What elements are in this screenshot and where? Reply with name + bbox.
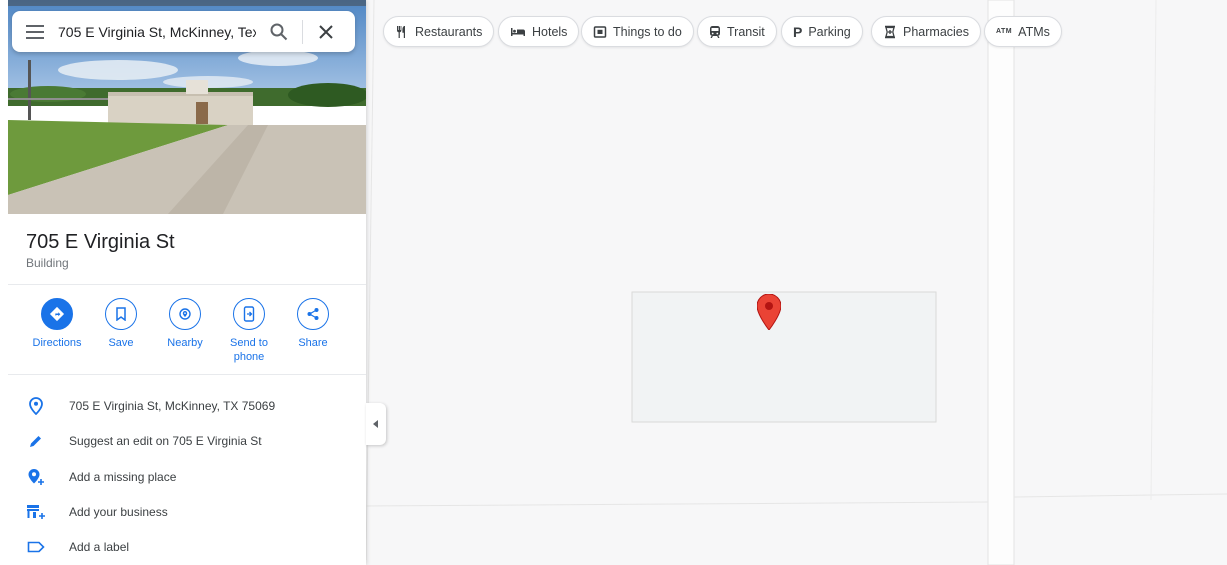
share-button[interactable]: Share xyxy=(283,298,343,350)
share-icon xyxy=(297,298,329,330)
add-missing-place-row[interactable]: Add a missing place xyxy=(26,465,176,489)
search-icon xyxy=(270,23,288,40)
bookmark-icon xyxy=(105,298,137,330)
chip-things-to-do[interactable]: Things to do xyxy=(581,16,694,47)
send-to-phone-icon xyxy=(233,298,265,330)
map-canvas[interactable] xyxy=(366,0,1227,565)
location-marker-icon[interactable] xyxy=(757,294,781,330)
save-button[interactable]: Save xyxy=(91,298,151,350)
chip-pharmacies[interactable]: Pharmacies xyxy=(871,16,981,47)
directions-button[interactable]: Directions xyxy=(27,298,87,350)
place-title: 705 E Virginia St xyxy=(26,231,175,253)
chip-parking[interactable]: P Parking xyxy=(781,16,863,47)
close-icon xyxy=(319,24,333,39)
menu-button[interactable] xyxy=(12,11,58,52)
divider xyxy=(8,374,366,375)
add-place-icon xyxy=(26,467,46,487)
label-icon xyxy=(26,537,46,557)
transit-icon xyxy=(709,25,721,39)
nearby-button[interactable]: Nearby xyxy=(155,298,215,350)
directions-icon xyxy=(41,298,73,330)
pharmacy-icon xyxy=(883,25,897,39)
chevron-left-icon xyxy=(373,420,378,428)
location-pin-icon xyxy=(26,396,46,416)
hotel-icon xyxy=(510,26,526,38)
camera-icon xyxy=(593,25,607,39)
divider xyxy=(8,284,366,285)
add-label-row[interactable]: Add a label xyxy=(26,535,129,559)
chip-hotels[interactable]: Hotels xyxy=(498,16,580,47)
search-box xyxy=(12,11,355,52)
chip-restaurants[interactable]: Restaurants xyxy=(383,16,495,47)
place-panel: 705 E Virginia St Building Directions Sa… xyxy=(0,0,366,565)
chip-transit[interactable]: Transit xyxy=(697,16,777,47)
nearby-icon xyxy=(169,298,201,330)
search-input[interactable] xyxy=(58,11,256,52)
building-footprint[interactable] xyxy=(631,291,937,423)
restaurant-icon xyxy=(395,25,409,39)
place-category: Building xyxy=(26,256,69,270)
atm-icon: ATM xyxy=(996,28,1013,35)
collapse-panel-button[interactable] xyxy=(366,403,386,445)
hamburger-menu-icon xyxy=(26,24,44,39)
pencil-icon xyxy=(26,431,46,451)
suggest-edit-row[interactable]: Suggest an edit on 705 E Virginia St xyxy=(26,429,262,453)
chip-atms[interactable]: ATM ATMs xyxy=(984,16,1062,47)
close-button[interactable] xyxy=(303,11,349,52)
address-row[interactable]: 705 E Virginia St, McKinney, TX 75069 xyxy=(26,394,275,418)
map-roads xyxy=(366,0,1227,565)
add-business-row[interactable]: Add your business xyxy=(26,500,168,524)
add-business-icon xyxy=(26,502,46,522)
send-to-phone-button[interactable]: Send to phone xyxy=(219,298,279,364)
search-button[interactable] xyxy=(256,11,302,52)
parking-icon: P xyxy=(793,23,803,40)
